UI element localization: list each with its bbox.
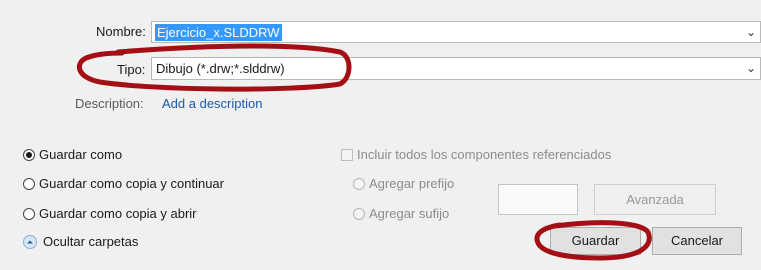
hide-folders-toggle[interactable]: Ocultar carpetas	[23, 234, 138, 249]
hide-folders-label: Ocultar carpetas	[43, 234, 139, 249]
file-type-select[interactable]: Dibujo (*.drw;*.slddrw) ⌄	[151, 57, 761, 80]
radio-add-prefix[interactable]: Agregar prefijo	[353, 176, 454, 191]
add-suffix-label: Agregar sufijo	[369, 206, 450, 221]
tipo-label: Tipo:	[117, 62, 146, 77]
add-prefix-label: Agregar prefijo	[369, 176, 455, 191]
checkbox-icon	[341, 149, 353, 161]
filename-input[interactable]: Ejercicio_x.SLDDRW ⌄	[151, 21, 761, 43]
nombre-label: Nombre:	[96, 24, 146, 39]
radio-save-copy-open[interactable]: Guardar como copia y abrir	[23, 206, 197, 221]
radio-add-suffix[interactable]: Agregar sufijo	[353, 206, 449, 221]
radio-save-copy-open-label: Guardar como copia y abrir	[39, 206, 197, 221]
chevron-down-icon[interactable]: ⌄	[746, 25, 756, 39]
save-button[interactable]: Guardar	[550, 227, 641, 255]
include-references-label: Incluir todos los componentes referencia…	[357, 147, 612, 162]
radio-icon	[23, 208, 35, 220]
add-description-link[interactable]: Add a description	[162, 96, 262, 111]
advanced-button[interactable]: Avanzada	[594, 184, 716, 215]
chevron-up-icon	[23, 235, 37, 249]
cancel-button[interactable]: Cancelar	[652, 227, 742, 255]
radio-icon	[353, 208, 365, 220]
radio-save-as-label: Guardar como	[39, 147, 123, 162]
radio-icon	[353, 178, 365, 190]
include-references-checkbox[interactable]: Incluir todos los componentes referencia…	[341, 147, 611, 162]
radio-selected-icon	[23, 149, 35, 161]
radio-save-copy-continue[interactable]: Guardar como copia y continuar	[23, 176, 224, 191]
file-type-value: Dibujo (*.drw;*.slddrw)	[156, 61, 285, 76]
description-label: Description:	[75, 96, 144, 111]
radio-save-copy-continue-label: Guardar como copia y continuar	[39, 176, 224, 191]
chevron-down-icon[interactable]: ⌄	[746, 61, 756, 75]
radio-save-as[interactable]: Guardar como	[23, 147, 122, 162]
prefix-suffix-input[interactable]	[498, 184, 578, 215]
radio-icon	[23, 178, 35, 190]
filename-value: Ejercicio_x.SLDDRW	[155, 24, 282, 41]
